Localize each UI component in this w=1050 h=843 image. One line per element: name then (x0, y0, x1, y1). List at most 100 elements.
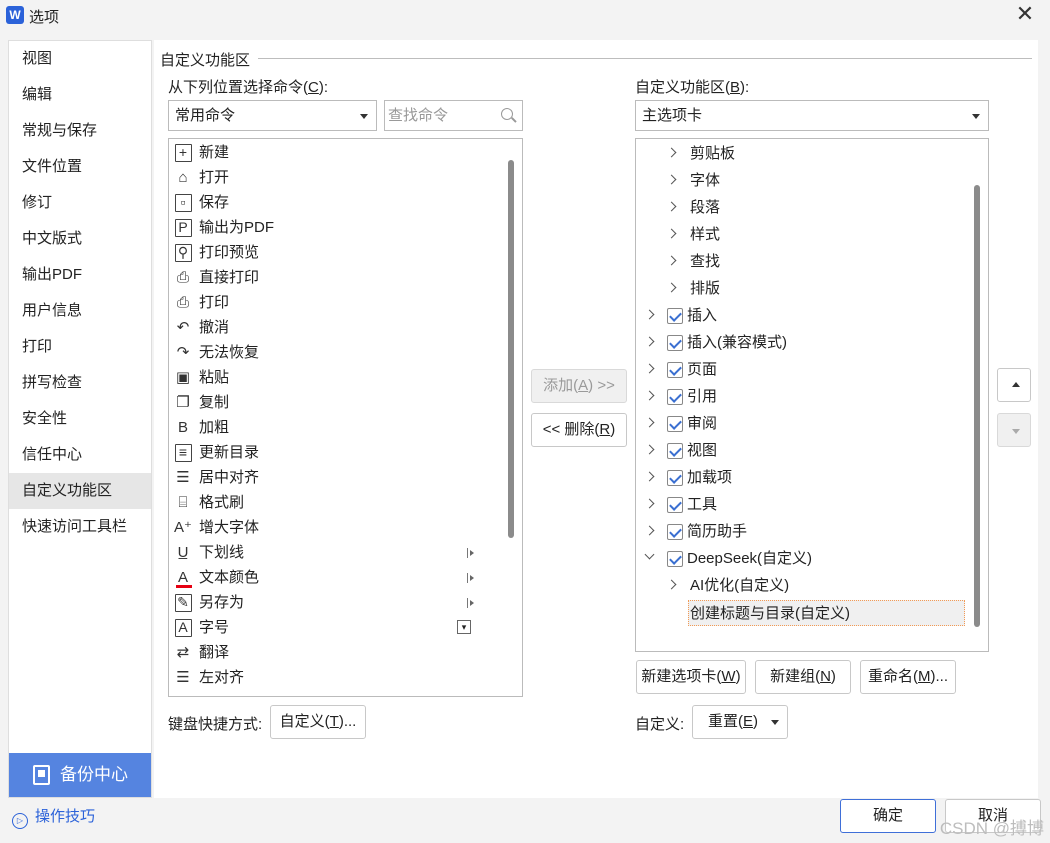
ribbon-tree-item[interactable]: DeepSeek(自定义) (636, 545, 968, 572)
chevron-right-icon[interactable] (644, 309, 655, 320)
ribbon-tree-item[interactable]: 页面 (636, 356, 968, 383)
reset-split-button[interactable]: 重置(E) (692, 705, 788, 739)
checkbox[interactable] (667, 416, 683, 432)
sidebar-item[interactable]: 文件位置 (9, 149, 151, 185)
sidebar-item[interactable]: 打印 (9, 329, 151, 365)
chevron-right-icon[interactable] (666, 255, 677, 266)
sidebar-item[interactable]: 安全性 (9, 401, 151, 437)
checkbox[interactable] (667, 335, 683, 351)
ribbon-tree-item[interactable]: 加载项 (636, 464, 968, 491)
chevron-right-icon[interactable] (666, 147, 677, 158)
command-item[interactable]: A 文本颜色 (169, 565, 499, 590)
move-down-button[interactable] (997, 413, 1031, 447)
command-item[interactable]: ⌂ 打开 (169, 165, 499, 190)
command-item[interactable]: A 字号 ▾ (169, 615, 499, 640)
chevron-right-icon[interactable] (644, 444, 655, 455)
command-item[interactable]: ❐ 复制 (169, 390, 499, 415)
chevron-right-icon[interactable] (644, 390, 655, 401)
dropdown-arrow-icon[interactable] (771, 720, 779, 725)
chevron-down-icon[interactable] (644, 549, 655, 560)
chevron-right-icon[interactable] (644, 498, 655, 509)
sidebar-item[interactable]: 修订 (9, 185, 151, 221)
sidebar-item[interactable]: 快速访问工具栏 (9, 509, 151, 545)
checkbox[interactable] (667, 362, 683, 378)
command-item[interactable]: + 新建 (169, 140, 499, 165)
ribbon-tree-item[interactable]: 简历助手 (636, 518, 968, 545)
chevron-right-icon[interactable] (666, 201, 677, 212)
ribbon-tree-item[interactable]: 字体 (636, 167, 968, 194)
ribbon-tree-item[interactable]: 创建标题与目录(自定义) (636, 599, 968, 626)
sidebar-item[interactable]: 信任中心 (9, 437, 151, 473)
command-item[interactable]: U̲ 下划线 (169, 540, 499, 565)
command-item[interactable]: ≡ 更新目录 (169, 440, 499, 465)
sidebar-item[interactable]: 用户信息 (9, 293, 151, 329)
move-up-button[interactable] (997, 368, 1031, 402)
sidebar-item[interactable]: 常规与保存 (9, 113, 151, 149)
command-search-input[interactable] (385, 101, 495, 130)
checkbox[interactable] (667, 470, 683, 486)
chevron-right-icon[interactable] (644, 471, 655, 482)
checkbox[interactable] (667, 443, 683, 459)
command-item[interactable]: ⎙ 打印 (169, 290, 499, 315)
sidebar-item[interactable]: 中文版式 (9, 221, 151, 257)
command-item[interactable]: ↷ 无法恢复 (169, 340, 499, 365)
checkbox[interactable] (667, 308, 683, 324)
ribbon-tree-item[interactable]: 插入(兼容模式) (636, 329, 968, 356)
ribbon-tree-item[interactable]: 样式 (636, 221, 968, 248)
checkbox[interactable] (667, 524, 683, 540)
command-item[interactable]: ⚲ 打印预览 (169, 240, 499, 265)
command-item[interactable]: ✎ 另存为 (169, 590, 499, 615)
checkbox[interactable] (667, 497, 683, 513)
ribbon-tree-scrollbar[interactable] (974, 185, 980, 627)
checkbox[interactable] (667, 551, 683, 567)
add-command-button[interactable]: 添加(A) >> (531, 369, 627, 403)
chevron-right-icon[interactable] (644, 363, 655, 374)
chevron-right-icon[interactable] (666, 174, 677, 185)
chevron-right-icon[interactable] (644, 336, 655, 347)
search-icon[interactable] (501, 108, 513, 120)
chevron-right-icon[interactable] (666, 282, 677, 293)
command-item[interactable]: ▣ 粘贴 (169, 365, 499, 390)
ribbon-tree-item[interactable]: 工具 (636, 491, 968, 518)
ok-button[interactable]: 确定 (840, 799, 936, 833)
command-item[interactable]: P 输出为PDF (169, 215, 499, 240)
chevron-right-icon[interactable] (666, 579, 677, 590)
command-item[interactable]: ↶ 撤消 (169, 315, 499, 340)
chevron-right-icon[interactable] (666, 228, 677, 239)
sidebar-item[interactable]: 编辑 (9, 77, 151, 113)
tips-link[interactable]: ▷ 操作技巧 (12, 805, 95, 829)
command-item[interactable]: ☰ 居中对齐 (169, 465, 499, 490)
ribbon-tree-item[interactable]: 查找 (636, 248, 968, 275)
checkbox[interactable] (667, 389, 683, 405)
customize-shortcuts-button[interactable]: 自定义(T)... (270, 705, 366, 739)
command-item[interactable]: ☰ 左对齐 (169, 665, 499, 690)
command-search-box[interactable] (384, 100, 523, 131)
command-source-dropdown[interactable]: 常用命令 (168, 100, 377, 131)
ribbon-tree-item[interactable]: 段落 (636, 194, 968, 221)
ribbon-tree-item[interactable]: AI优化(自定义) (636, 572, 968, 599)
chevron-right-icon[interactable] (644, 525, 655, 536)
backup-center-button[interactable]: 备份中心 (9, 753, 151, 797)
ribbon-target-dropdown[interactable]: 主选项卡 (635, 100, 989, 131)
available-commands-list[interactable]: + 新建 ⌂ 打开 ▫ 保存 P 输出为PDF ⚲ 打印预览 ⎙ 直接打印 ⎙ 打印 ↶ 撤消 ↷ 无法恢复 ▣ 粘贴… (168, 138, 523, 697)
ribbon-tabs-tree[interactable]: 剪贴板 字体 段落 样式 查找 排版 插入 插入(兼容模式) 页面 引用 审阅 视图 加载项 工具 简历助手… (635, 138, 989, 652)
command-item[interactable]: B 加粗 (169, 415, 499, 440)
command-item[interactable]: ⌸ 格式刷 (169, 490, 499, 515)
rename-button[interactable]: 重命名(M)... (860, 660, 956, 694)
ribbon-tree-item[interactable]: 排版 (636, 275, 968, 302)
ribbon-tree-item[interactable]: 引用 (636, 383, 968, 410)
command-item[interactable]: ⎙ 直接打印 (169, 265, 499, 290)
new-group-button[interactable]: 新建组(N) (755, 660, 851, 694)
command-item[interactable]: A⁺ 增大字体 (169, 515, 499, 540)
command-item[interactable]: ▫ 保存 (169, 190, 499, 215)
ribbon-tree-item[interactable]: 审阅 (636, 410, 968, 437)
commands-scrollbar[interactable] (508, 160, 514, 538)
remove-command-button[interactable]: << 删除(R) (531, 413, 627, 447)
close-icon[interactable]: ✕ (1014, 3, 1036, 26)
ribbon-tree-item[interactable]: 插入 (636, 302, 968, 329)
sidebar-item[interactable]: 输出PDF (9, 257, 151, 293)
sidebar-item[interactable]: 视图 (9, 41, 151, 77)
command-item[interactable]: ⇄ 翻译 (169, 640, 499, 665)
ribbon-tree-item[interactable]: 剪贴板 (636, 140, 968, 167)
ribbon-tree-item[interactable]: 视图 (636, 437, 968, 464)
